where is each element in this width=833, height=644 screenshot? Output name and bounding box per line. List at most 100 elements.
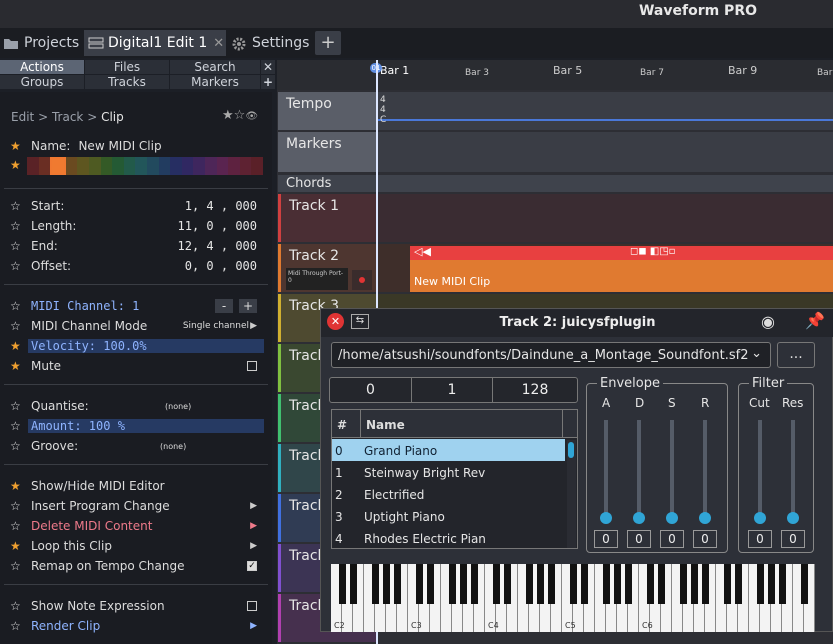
slider-knob[interactable] bbox=[666, 512, 678, 524]
midi-input-box[interactable]: Midi Through Port-0 bbox=[286, 268, 348, 290]
resonance-slider[interactable] bbox=[787, 420, 799, 524]
release-slider[interactable] bbox=[699, 420, 711, 524]
preset-row[interactable]: 0 Grand Piano bbox=[332, 439, 565, 461]
star-outline-icon[interactable]: ☆ bbox=[10, 399, 24, 413]
black-key[interactable] bbox=[504, 564, 511, 604]
plugin-titlebar[interactable]: ✕ ⇆ Track 2: juicysfplugin ◉ 📌 bbox=[321, 309, 833, 337]
action-insert-program-change[interactable]: ☆ Insert Program Change ▶ bbox=[10, 496, 265, 516]
add-icon[interactable]: + bbox=[261, 75, 275, 89]
timeline-ruler[interactable]: Bar 1 Bar 3 Bar 5 Bar 7 Bar 9 Bar 01 bbox=[277, 60, 833, 90]
star-outline-icon[interactable]: ☆ bbox=[10, 599, 24, 613]
attack-slider[interactable] bbox=[600, 420, 612, 524]
midi-clip[interactable]: New MIDI Clip bbox=[410, 260, 833, 292]
close-browser-icon[interactable]: ✕ bbox=[261, 60, 275, 74]
markers-lane[interactable] bbox=[378, 132, 833, 172]
chords-track-header[interactable]: Chords bbox=[278, 175, 833, 192]
end-value[interactable]: 12, 4 , 000 bbox=[178, 239, 257, 253]
black-key[interactable] bbox=[614, 564, 621, 604]
black-key[interactable] bbox=[339, 564, 346, 604]
star-outline-icon[interactable]: ☆ bbox=[10, 619, 24, 633]
sustain-slider[interactable] bbox=[666, 420, 678, 524]
star-icon[interactable]: ★ bbox=[10, 339, 24, 353]
markers-track-header[interactable]: Markers bbox=[278, 132, 376, 172]
tab-projects[interactable]: Projects bbox=[0, 30, 80, 56]
markers-button[interactable]: Markers bbox=[170, 75, 260, 89]
close-tab-icon[interactable]: ✕ bbox=[213, 36, 224, 51]
program-field[interactable]: 1 bbox=[411, 377, 493, 403]
length-value[interactable]: 11, 0 , 000 bbox=[178, 219, 257, 233]
black-key[interactable] bbox=[526, 564, 533, 604]
black-key[interactable] bbox=[691, 564, 698, 604]
pin-icon[interactable]: 📌 bbox=[805, 311, 825, 330]
bank-field[interactable]: 0 bbox=[329, 377, 412, 403]
black-key[interactable] bbox=[625, 564, 632, 604]
tab-edit[interactable]: Digital1 Edit 1 ✕ bbox=[84, 30, 226, 56]
tempo-lane[interactable]: 44C bbox=[378, 92, 833, 130]
column-number[interactable]: # bbox=[337, 418, 347, 432]
black-key[interactable] bbox=[493, 564, 500, 604]
star-outline-icon[interactable]: ☆ bbox=[10, 319, 24, 333]
decay-value[interactable]: 0 bbox=[627, 530, 651, 548]
soundfont-path-select[interactable]: /home/atsushi/soundfonts/Daindune_a_Mont… bbox=[331, 342, 771, 368]
black-key[interactable] bbox=[372, 564, 379, 604]
resonance-value[interactable]: 0 bbox=[781, 530, 805, 548]
decay-slider[interactable] bbox=[633, 420, 645, 524]
attack-value[interactable]: 0 bbox=[594, 530, 618, 548]
cutoff-value[interactable]: 0 bbox=[748, 530, 772, 548]
slider-knob[interactable] bbox=[699, 512, 711, 524]
preset-row[interactable]: 1 Steinway Bright Rev bbox=[332, 461, 565, 483]
star-outline-icon[interactable]: ☆ bbox=[10, 499, 24, 513]
black-key[interactable] bbox=[779, 564, 786, 604]
black-key[interactable] bbox=[394, 564, 401, 604]
breadcrumb-track[interactable]: Track bbox=[52, 110, 83, 124]
eye-icon[interactable]: ◉ bbox=[761, 312, 775, 331]
star-outline-icon[interactable]: ☆ bbox=[10, 199, 24, 213]
star-icon[interactable]: ★ bbox=[10, 539, 24, 553]
note-expression-checkbox[interactable] bbox=[247, 601, 257, 611]
action-loop-clip[interactable]: ★ Loop this Clip ▶ bbox=[10, 536, 265, 556]
star-outline-icon[interactable]: ☆ bbox=[10, 239, 24, 253]
sustain-value[interactable]: 0 bbox=[660, 530, 684, 548]
add-tab-button[interactable]: + bbox=[315, 31, 341, 55]
star-outline-icon[interactable]: ☆ bbox=[10, 299, 24, 313]
star-outline-icon[interactable]: ☆ bbox=[10, 439, 24, 453]
browse-button[interactable]: ... bbox=[777, 342, 815, 368]
render-clip-row[interactable]: ☆ Render Clip ▶ bbox=[10, 616, 265, 636]
slider-knob[interactable] bbox=[633, 512, 645, 524]
black-key[interactable] bbox=[449, 564, 456, 604]
list-scrollbar[interactable] bbox=[567, 440, 576, 548]
search-button[interactable]: Search bbox=[170, 60, 260, 74]
column-name[interactable]: Name bbox=[366, 418, 405, 432]
quantise-select[interactable]: (none) bbox=[165, 402, 191, 411]
release-value[interactable]: 0 bbox=[693, 530, 717, 548]
breadcrumb-edit[interactable]: Edit bbox=[11, 110, 34, 124]
black-key[interactable] bbox=[427, 564, 434, 604]
channel-decrement-button[interactable]: - bbox=[215, 299, 233, 313]
action-remap-tempo[interactable]: ☆ Remap on Tempo Change ✓ bbox=[10, 556, 265, 576]
midi-mode-select[interactable]: Single channel bbox=[183, 321, 249, 331]
star-icon[interactable]: ★ bbox=[10, 479, 24, 493]
star-outline-icon[interactable]: ☆ bbox=[10, 559, 24, 573]
star-outline-icon[interactable]: ☆ bbox=[10, 219, 24, 233]
clip-trim-icon[interactable]: ◁◀ bbox=[414, 245, 431, 258]
black-key[interactable] bbox=[658, 564, 665, 604]
favorite-icons[interactable]: ★☆👁 bbox=[222, 108, 258, 123]
slider-knob[interactable] bbox=[787, 512, 799, 524]
record-arm-button[interactable] bbox=[352, 270, 372, 290]
action-delete-midi-content[interactable]: ☆ Delete MIDI Content ▶ bbox=[10, 516, 265, 536]
track-1-lane[interactable] bbox=[378, 194, 833, 242]
clip-name-field[interactable]: New MIDI Clip bbox=[78, 139, 161, 153]
clip-tools-icons[interactable]: ◻◼ ◧◳▫ bbox=[630, 246, 675, 257]
piano-keyboard[interactable]: C2 C3 C4 C5 C6 bbox=[331, 564, 815, 632]
slider-knob[interactable] bbox=[754, 512, 766, 524]
offset-value[interactable]: 0, 0 , 000 bbox=[185, 259, 257, 273]
black-key[interactable] bbox=[350, 564, 357, 604]
star-outline-icon[interactable]: ☆ bbox=[10, 419, 24, 433]
black-key[interactable] bbox=[735, 564, 742, 604]
black-key[interactable] bbox=[471, 564, 478, 604]
preset-count-field[interactable]: 128 bbox=[492, 377, 578, 403]
black-key[interactable] bbox=[768, 564, 775, 604]
groups-button[interactable]: Groups bbox=[0, 75, 84, 89]
channel-increment-button[interactable]: + bbox=[239, 299, 257, 313]
slider-knob[interactable] bbox=[600, 512, 612, 524]
